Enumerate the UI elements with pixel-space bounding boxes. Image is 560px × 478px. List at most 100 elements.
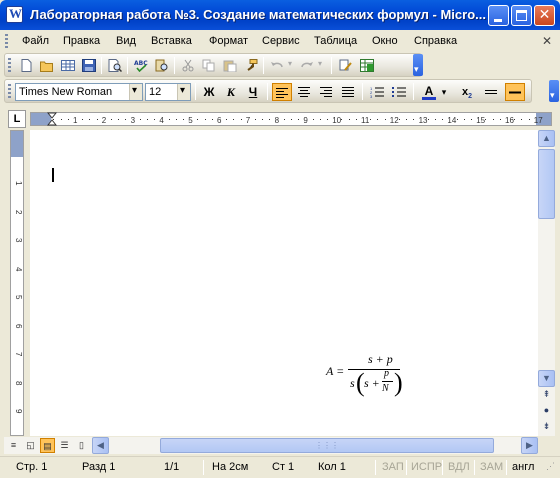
copy-button[interactable]: [200, 57, 218, 74]
document-close-icon[interactable]: ✕: [542, 34, 552, 48]
print-preview-button[interactable]: [106, 57, 124, 74]
menu-file[interactable]: Файл: [22, 35, 49, 47]
reading-view-button[interactable]: ▯: [74, 438, 89, 453]
bold-button[interactable]: Ж: [199, 83, 219, 101]
menu-view[interactable]: Вид: [116, 35, 136, 47]
new-document-button[interactable]: [17, 57, 35, 74]
outline-view-button[interactable]: ☰: [57, 438, 72, 453]
menu-tools[interactable]: Сервис: [262, 35, 300, 47]
font-size-combo[interactable]: 12: [145, 83, 191, 101]
close-button[interactable]: ✕: [534, 5, 555, 26]
toolbar-grip[interactable]: [8, 58, 11, 73]
ruler-dot: [168, 119, 170, 120]
resize-grip-icon[interactable]: ⋰: [546, 461, 555, 472]
underline-button[interactable]: Ч: [243, 83, 263, 101]
research-button[interactable]: [153, 57, 171, 74]
font-name-combo[interactable]: Times New Roman: [15, 83, 143, 101]
menu-grip[interactable]: [5, 34, 8, 49]
font-color-dropdown[interactable]: ▾: [439, 83, 449, 101]
inner-fraction-bar: [382, 381, 393, 382]
ruler-dot: [442, 119, 444, 120]
subscript-button[interactable]: x2: [457, 83, 477, 101]
ruler-dot: [377, 119, 379, 120]
status-record-macro[interactable]: ЗАП: [382, 461, 404, 473]
vertical-scroll-thumb[interactable]: [538, 149, 555, 219]
tab-selector[interactable]: L: [8, 110, 26, 128]
reading-view-icon: ▯: [79, 440, 84, 450]
status-separator: [442, 460, 443, 475]
align-right-button[interactable]: [316, 83, 336, 101]
menu-insert[interactable]: Вставка: [151, 35, 192, 47]
menu-help[interactable]: Справка: [414, 35, 457, 47]
bulleted-list-button[interactable]: [389, 83, 409, 101]
horizontal-scroll-thumb[interactable]: ⋮⋮⋮: [160, 438, 494, 453]
status-track-changes[interactable]: ИСПР: [411, 461, 442, 473]
redo-button[interactable]: [298, 57, 316, 74]
paste-button[interactable]: [221, 57, 239, 74]
align-center-button[interactable]: [294, 83, 314, 101]
format-painter-button[interactable]: [242, 57, 260, 74]
table-button[interactable]: [59, 57, 77, 74]
menu-format[interactable]: Формат: [209, 35, 248, 47]
previous-page-button[interactable]: ⇞: [538, 389, 555, 403]
scroll-left-button[interactable]: ◀: [92, 437, 109, 454]
formula-numerator: s + p: [368, 352, 393, 366]
vertical-ruler[interactable]: 1 2 3 4 5 6 7 8 9: [10, 130, 24, 436]
save-button[interactable]: [80, 57, 98, 74]
menu-window[interactable]: Окно: [372, 35, 398, 47]
italic-button[interactable]: К: [221, 83, 241, 101]
maximize-button[interactable]: [511, 5, 532, 26]
insert-hyperlink-button[interactable]: [337, 57, 355, 74]
indent-marker-icon[interactable]: [47, 112, 57, 126]
cut-button[interactable]: [179, 57, 197, 74]
font-color-button[interactable]: A: [419, 83, 439, 101]
select-browse-object-button[interactable]: ●: [538, 405, 555, 419]
double-line-button[interactable]: [481, 83, 501, 101]
minimize-button[interactable]: [488, 5, 509, 26]
justify-button[interactable]: [338, 83, 358, 101]
vertical-scrollbar[interactable]: ▲ ▼ ⇞ ● ⇟: [538, 130, 555, 436]
scroll-up-button[interactable]: ▲: [538, 130, 555, 147]
toolbar-options-button[interactable]: [413, 54, 423, 76]
status-separator: [474, 460, 475, 475]
undo-dropdown[interactable]: ▾: [286, 57, 296, 74]
align-left-button[interactable]: [272, 83, 292, 101]
highlight-button[interactable]: [505, 83, 525, 101]
word-app-icon[interactable]: [6, 6, 23, 23]
scroll-right-button[interactable]: ▶: [521, 437, 538, 454]
chevron-up-icon: ▲: [542, 133, 551, 143]
title-bar[interactable]: Лабораторная работа №3. Создание математ…: [0, 0, 560, 30]
toolbar-options-button[interactable]: [549, 80, 559, 102]
ruler-top-margin: [11, 131, 23, 157]
ruler-dot: [312, 119, 314, 120]
status-extend[interactable]: ВДЛ: [448, 461, 470, 473]
normal-view-button[interactable]: ≡: [6, 438, 21, 453]
open-button[interactable]: [38, 57, 56, 74]
document-page[interactable]: A = s + p s ( s + p N ): [30, 130, 538, 436]
status-separator: [506, 460, 507, 475]
excel-button[interactable]: [358, 57, 376, 74]
formula-lhs: A =: [326, 364, 345, 378]
menu-edit[interactable]: Правка: [63, 35, 100, 47]
scroll-down-button[interactable]: ▼: [538, 370, 555, 387]
font-name-value: Times New Roman: [19, 86, 113, 98]
menu-table[interactable]: Таблица: [314, 35, 357, 47]
insert-hyperlink-icon: [339, 59, 352, 71]
chevron-down-icon[interactable]: [129, 84, 142, 100]
ruler-dot: [96, 119, 98, 120]
browse-object-icon: ●: [543, 405, 550, 415]
formatting-toolbar: Times New Roman 12 Ж К Ч 123 A ▾ x2: [4, 79, 559, 103]
horizontal-ruler[interactable]: 1 2 3 4 5 6 7 8 9 10 11 12 13 14 15 16 17: [30, 112, 552, 126]
toolbar-grip[interactable]: [8, 84, 11, 99]
research-icon: [155, 59, 168, 72]
ruler-dot: [355, 119, 357, 120]
undo-button[interactable]: [268, 57, 286, 74]
print-layout-button[interactable]: ▤: [40, 438, 55, 453]
status-overtype[interactable]: ЗАМ: [480, 461, 503, 473]
numbered-list-button[interactable]: 123: [367, 83, 387, 101]
spelling-button[interactable]: ABC: [132, 57, 150, 74]
redo-dropdown[interactable]: ▾: [316, 57, 326, 74]
next-page-button[interactable]: ⇟: [538, 421, 555, 435]
chevron-down-icon[interactable]: [177, 84, 190, 100]
web-view-button[interactable]: ◱: [23, 438, 38, 453]
